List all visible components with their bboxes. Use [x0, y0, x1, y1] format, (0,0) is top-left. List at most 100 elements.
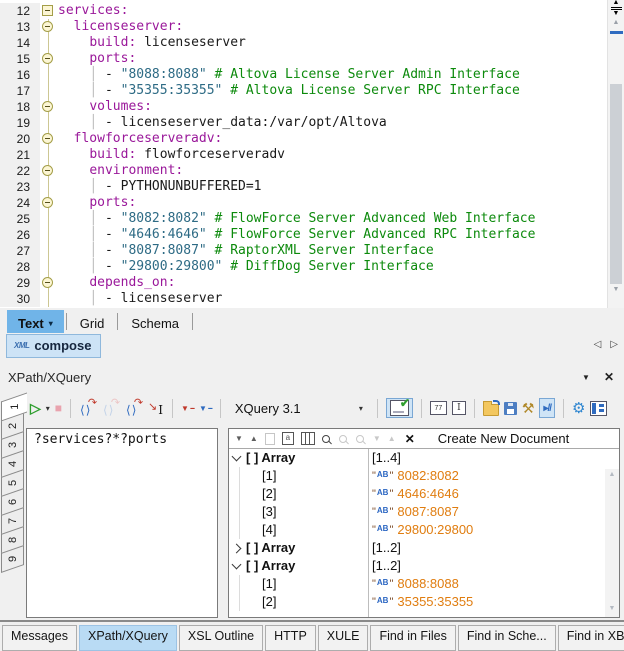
- result-text-view-button[interactable]: I: [452, 401, 466, 415]
- fold-collapse-icon[interactable]: [42, 165, 53, 176]
- result-row[interactable]: [2]"AB"35355:35355: [229, 593, 619, 611]
- fold-collapse-icon[interactable]: [42, 101, 53, 112]
- scroll-up-icon[interactable]: ▲: [608, 17, 624, 29]
- code-line[interactable]: 23 │ - PYTHONUNBUFFERED=1: [0, 179, 607, 195]
- query-editor-pane[interactable]: ?services?*?ports: [26, 428, 218, 618]
- column-divider[interactable]: [368, 449, 369, 617]
- code-line[interactable]: 30 │ - licenseserver: [0, 291, 607, 307]
- scroll-down-icon[interactable]: ▼: [608, 284, 624, 296]
- settings-gear-icon[interactable]: ⚙: [572, 399, 585, 417]
- result-row[interactable]: [2]"AB"4646:4646: [229, 485, 619, 503]
- code-line[interactable]: 24 ports:: [0, 195, 607, 211]
- code-line[interactable]: 22 environment:: [0, 163, 607, 179]
- output-tab-find-in-files[interactable]: Find in Files: [370, 625, 455, 651]
- output-tab-http[interactable]: HTTP: [265, 625, 316, 651]
- fold-collapse-icon[interactable]: [42, 5, 53, 16]
- code-line[interactable]: 20 flowforceserveradv:: [0, 131, 607, 147]
- fold-collapse-icon[interactable]: [42, 197, 53, 208]
- output-tab-find-in-sche[interactable]: Find in Sche...: [458, 625, 556, 651]
- output-tab-find-in-xbrl[interactable]: Find in XBRL: [558, 625, 624, 651]
- code-line[interactable]: 14 build: licenseserver: [0, 35, 607, 51]
- execution-options-toggle[interactable]: ▸//: [539, 398, 555, 418]
- code-line[interactable]: 15 ports:: [0, 51, 607, 67]
- output-tab-xsl-outline[interactable]: XSL Outline: [179, 625, 263, 651]
- validate-results-toggle[interactable]: ✔: [386, 398, 413, 418]
- results-scrollbar[interactable]: ▲ ▼: [605, 469, 619, 617]
- collapse-expander-icon[interactable]: [232, 452, 242, 462]
- result-row[interactable]: [ ] Array[1..4]: [229, 449, 619, 467]
- output-tab-messages[interactable]: Messages: [2, 625, 77, 651]
- saved-expressions-icon[interactable]: ▼--: [199, 403, 212, 413]
- text-tab-dropdown-icon[interactable]: ▾: [49, 319, 53, 328]
- output-tab-xule[interactable]: XULE: [318, 625, 369, 651]
- collapse-expander-icon[interactable]: [232, 560, 242, 570]
- layout-icon[interactable]: [590, 401, 607, 416]
- editor-scrollbar[interactable]: ▲ ▼ ▲ ▼: [607, 0, 624, 308]
- run-query-button[interactable]: ▷: [30, 400, 41, 417]
- doc-tabs-next-icon[interactable]: ▷: [610, 339, 618, 350]
- stop-button[interactable]: ■: [55, 401, 62, 415]
- result-row[interactable]: [ ] Array[1..2]: [229, 557, 619, 575]
- scrollbar-track[interactable]: ▼: [608, 36, 624, 296]
- expand-all-icon[interactable]: ▼: [235, 434, 243, 443]
- previous-expressions-icon[interactable]: ▼--: [181, 403, 194, 413]
- code-line[interactable]: 17 │ - "35355:35355" # Altova License Se…: [0, 83, 607, 99]
- query-language-select[interactable]: XQuery 3.1 ▾: [229, 399, 369, 418]
- code-line[interactable]: 18 volumes:: [0, 99, 607, 115]
- copy-all-icon[interactable]: a: [282, 432, 294, 445]
- copy-icon[interactable]: [265, 433, 275, 445]
- search-prev-icon[interactable]: [356, 435, 364, 443]
- result-row[interactable]: [4]"AB"29800:29800: [229, 521, 619, 539]
- code-line[interactable]: 21 build: flowforceserveradv: [0, 147, 607, 163]
- fold-collapse-icon[interactable]: [42, 21, 53, 32]
- code-line[interactable]: 19 │ - licenseserver_data:/var/opt/Altov…: [0, 115, 607, 131]
- evaluate-manual-button[interactable]: ↷⟨⟩: [125, 399, 143, 417]
- code-line[interactable]: 28 │ - "29800:29800" # DiffDog Server In…: [0, 259, 607, 275]
- code-editor[interactable]: 12services:13 licenseserver:14 build: li…: [0, 0, 607, 308]
- fold-collapse-icon[interactable]: [42, 53, 53, 64]
- clear-results-icon[interactable]: ✕: [405, 432, 415, 446]
- code-line[interactable]: 26 │ - "4646:4646" # FlowForce Server Ad…: [0, 227, 607, 243]
- result-row[interactable]: [3]"AB"8087:8087: [229, 503, 619, 521]
- panel-close-icon[interactable]: ✕: [604, 370, 614, 384]
- code-line[interactable]: 13 licenseserver:: [0, 19, 607, 35]
- evaluate-at-cursor-button[interactable]: ↘I: [148, 400, 164, 417]
- code-line[interactable]: 16 │ - "8088:8088" # Altova License Serv…: [0, 67, 607, 83]
- save-expression-icon[interactable]: [504, 402, 517, 415]
- doc-tabs-prev-icon[interactable]: ◁: [594, 339, 602, 350]
- results-scroll-up-icon[interactable]: ▲: [605, 469, 619, 481]
- open-expression-icon[interactable]: [483, 404, 499, 416]
- tab-grid[interactable]: Grid: [69, 310, 116, 333]
- document-tab-compose[interactable]: XML compose: [6, 334, 101, 358]
- panel-menu-icon[interactable]: ▼: [582, 373, 590, 382]
- evaluate-on-change-button[interactable]: ↷⟨⟩: [102, 399, 120, 417]
- goto-prev-icon[interactable]: ▲: [388, 434, 396, 443]
- search-icon[interactable]: [322, 435, 330, 443]
- collapse-all-icon[interactable]: ▲: [250, 434, 258, 443]
- tab-schema[interactable]: Schema: [120, 310, 190, 333]
- create-new-document-button[interactable]: Create New Document: [438, 431, 570, 446]
- code-line[interactable]: 29 depends_on:: [0, 275, 607, 291]
- result-row[interactable]: [1]"AB"8082:8082: [229, 467, 619, 485]
- code-line[interactable]: 25 │ - "8082:8082" # FlowForce Server Ad…: [0, 211, 607, 227]
- run-dropdown-icon[interactable]: ▾: [46, 404, 50, 413]
- code-line[interactable]: 12services:: [0, 3, 607, 19]
- result-window-button[interactable]: 77: [430, 401, 447, 415]
- split-window-handle-icon[interactable]: ▲ ▼: [608, 0, 624, 17]
- result-row[interactable]: [ ] Array[1..2]: [229, 539, 619, 557]
- code-line[interactable]: 27 │ - "8087:8087" # RaptorXML Server In…: [0, 243, 607, 259]
- evaluate-on-edit-button[interactable]: ↷⟨⟩: [79, 399, 97, 417]
- fold-collapse-icon[interactable]: [42, 277, 53, 288]
- goto-next-icon[interactable]: ▼: [373, 434, 381, 443]
- fold-collapse-icon[interactable]: [42, 133, 53, 144]
- scrollbar-thumb[interactable]: [610, 84, 622, 284]
- project-tools-icon[interactable]: ⚒: [522, 400, 535, 417]
- results-scroll-down-icon[interactable]: ▼: [605, 603, 619, 615]
- output-tab-xpath-xquery[interactable]: XPath/XQuery: [79, 625, 177, 651]
- xquery-expression-input[interactable]: ?services?*?ports: [27, 429, 217, 447]
- expand-expander-icon[interactable]: [232, 543, 242, 553]
- result-row[interactable]: [1]"AB"8088:8088: [229, 575, 619, 593]
- columns-icon[interactable]: [301, 432, 315, 445]
- search-next-icon[interactable]: [339, 435, 347, 443]
- tab-text[interactable]: Text▾: [7, 310, 64, 333]
